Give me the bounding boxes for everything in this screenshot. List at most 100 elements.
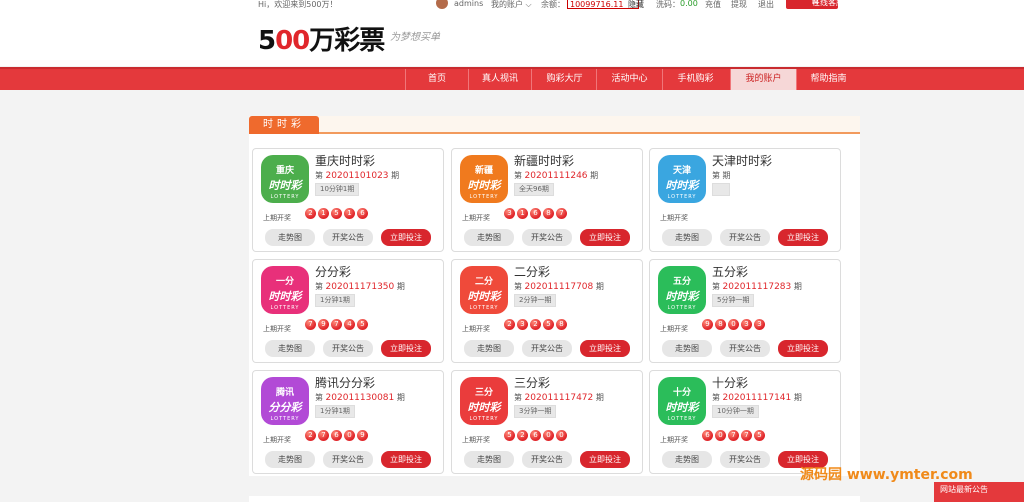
issue-number: 20201101023 xyxy=(325,171,389,181)
nav-item[interactable]: 购彩大厅 xyxy=(531,69,597,90)
lottery-card: 十分 时时彩 LOTTERY 十分彩 第 202011117141 期 10分钟… xyxy=(649,370,841,474)
game-name[interactable]: 三分彩 xyxy=(514,374,550,391)
nav-item[interactable]: 真人视讯 xyxy=(468,69,531,90)
logout-link[interactable]: 退出 xyxy=(758,0,774,10)
trend-chart-button[interactable]: 走势图 xyxy=(662,340,712,357)
bet-now-button[interactable]: 立即投注 xyxy=(580,340,630,357)
nav-item[interactable]: 活动中心 xyxy=(596,69,662,90)
frequency-tag: 10分钟一期 xyxy=(712,405,759,418)
last-draw-label: 上期开奖 xyxy=(660,436,688,444)
my-account-menu[interactable]: 我的账户 ⌵ xyxy=(491,0,532,10)
result-ball: 3 xyxy=(754,319,765,330)
draw-notice-button[interactable]: 开奖公告 xyxy=(720,451,770,468)
last-draw-label: 上期开奖 xyxy=(660,214,688,222)
bet-now-button[interactable]: 立即投注 xyxy=(381,451,431,468)
frequency-tag: 10分钟1期 xyxy=(315,183,360,196)
bet-now-button[interactable]: 立即投注 xyxy=(778,229,828,246)
trend-chart-button[interactable]: 走势图 xyxy=(464,229,514,246)
lottery-icon[interactable]: 一分 时时彩 LOTTERY xyxy=(261,266,309,314)
trend-chart-button[interactable]: 走势图 xyxy=(464,451,514,468)
frequency-tag: 全天96期 xyxy=(514,183,554,196)
header: 500万彩票 为梦想买单 xyxy=(0,10,1024,66)
lottery-icon[interactable]: 五分 时时彩 LOTTERY xyxy=(658,266,706,314)
hide-balance-link[interactable]: 隐藏 xyxy=(628,0,644,10)
ssc-panel: 时时彩 重庆 时时彩 LOTTERY 重庆时时彩 第 20201101023 期… xyxy=(249,116,860,476)
nav-item[interactable]: 帮助指南 xyxy=(796,69,860,90)
result-ball: 3 xyxy=(504,208,515,219)
bet-now-button[interactable]: 立即投注 xyxy=(381,229,431,246)
lottery-icon[interactable]: 重庆 时时彩 LOTTERY xyxy=(261,155,309,203)
game-name[interactable]: 十分彩 xyxy=(712,374,748,391)
trend-chart-button[interactable]: 走势图 xyxy=(662,451,712,468)
bet-now-button[interactable]: 立即投注 xyxy=(778,340,828,357)
result-ball: 8 xyxy=(543,208,554,219)
last-draw-label: 上期开奖 xyxy=(462,436,490,444)
result-ball: 6 xyxy=(530,208,541,219)
lottery-icon[interactable]: 十分 时时彩 LOTTERY xyxy=(658,377,706,425)
game-name[interactable]: 分分彩 xyxy=(315,263,351,280)
draw-notice-button[interactable]: 开奖公告 xyxy=(323,340,373,357)
draw-notice-button[interactable]: 开奖公告 xyxy=(720,340,770,357)
lottery-icon[interactable]: 腾讯 分分彩 LOTTERY xyxy=(261,377,309,425)
lottery-icon[interactable]: 二分 时时彩 LOTTERY xyxy=(460,266,508,314)
recharge-link[interactable]: 充值 xyxy=(705,0,721,10)
bet-now-button[interactable]: 立即投注 xyxy=(381,340,431,357)
lottery-card: 一分 时时彩 LOTTERY 分分彩 第 202011171350 期 1分钟1… xyxy=(252,259,444,363)
draw-notice-button[interactable]: 开奖公告 xyxy=(323,229,373,246)
balance-value: 10099716.11 xyxy=(570,0,624,9)
watermark: 源码园 www.ymter.com xyxy=(800,467,973,483)
lottery-icon[interactable]: 三分 时时彩 LOTTERY xyxy=(460,377,508,425)
nav-item[interactable]: 首页 xyxy=(405,69,468,90)
game-name[interactable]: 二分彩 xyxy=(514,263,550,280)
site-logo[interactable]: 500万彩票 xyxy=(258,20,385,57)
result-ball: 7 xyxy=(556,208,567,219)
game-name[interactable]: 天津时时彩 xyxy=(712,152,772,169)
lottery-card: 天津 时时彩 LOTTERY 天津时时彩 第 期 上期开奖 走势图 开奖公告 立… xyxy=(649,148,841,252)
trend-chart-button[interactable]: 走势图 xyxy=(265,340,315,357)
bet-now-button[interactable]: 立即投注 xyxy=(580,229,630,246)
bet-now-button[interactable]: 立即投注 xyxy=(580,451,630,468)
trend-chart-button[interactable]: 走势图 xyxy=(265,451,315,468)
last-draw-label: 上期开奖 xyxy=(263,436,291,444)
balance-box: 10099716.11 隐藏 xyxy=(567,0,644,9)
game-name[interactable]: 腾讯分分彩 xyxy=(315,374,375,391)
avatar[interactable] xyxy=(436,0,448,9)
issue-number: 20201111246 xyxy=(524,171,588,181)
trend-chart-button[interactable]: 走势图 xyxy=(662,229,712,246)
lottery-card: 五分 时时彩 LOTTERY 五分彩 第 202011117283 期 5分钟一… xyxy=(649,259,841,363)
draw-notice-button[interactable]: 开奖公告 xyxy=(522,451,572,468)
result-ball: 5 xyxy=(754,430,765,441)
username[interactable]: admins xyxy=(454,0,483,8)
draw-notice-button[interactable]: 开奖公告 xyxy=(522,229,572,246)
result-ball: 4 xyxy=(344,319,355,330)
chevron-down-icon: ⌵ xyxy=(525,0,532,9)
nav-item[interactable]: 我的账户 xyxy=(730,69,796,90)
result-ball: 6 xyxy=(331,430,342,441)
result-ball: 6 xyxy=(530,430,541,441)
draw-notice-button[interactable]: 开奖公告 xyxy=(522,340,572,357)
frequency-tag: 1分钟1期 xyxy=(315,294,355,307)
result-ball: 0 xyxy=(715,430,726,441)
nav-item[interactable]: 手机购彩 xyxy=(662,69,728,90)
result-ball: 3 xyxy=(517,319,528,330)
game-name[interactable]: 五分彩 xyxy=(712,263,748,280)
issue-number: 202011117708 xyxy=(524,282,594,292)
last-draw-balls: 27609 xyxy=(305,430,368,441)
issue-number: 202011117472 xyxy=(524,393,594,403)
customer-service-button[interactable]: ✉ 在线客服 xyxy=(786,0,844,9)
draw-notice-button[interactable]: 开奖公告 xyxy=(323,451,373,468)
site-notice-tab[interactable]: 网站最新公告 xyxy=(934,482,1024,502)
lottery-card: 新疆 时时彩 LOTTERY 新疆时时彩 第 20201111246 期 全天9… xyxy=(451,148,643,252)
lottery-icon[interactable]: 新疆 时时彩 LOTTERY xyxy=(460,155,508,203)
trend-chart-button[interactable]: 走势图 xyxy=(265,229,315,246)
result-ball: 0 xyxy=(344,430,355,441)
trend-chart-button[interactable]: 走势图 xyxy=(464,340,514,357)
result-ball: 6 xyxy=(702,430,713,441)
draw-notice-button[interactable]: 开奖公告 xyxy=(720,229,770,246)
withdraw-link[interactable]: 提现 xyxy=(731,0,747,10)
game-name[interactable]: 新疆时时彩 xyxy=(514,152,574,169)
game-name[interactable]: 重庆时时彩 xyxy=(315,152,375,169)
lottery-card: 腾讯 分分彩 LOTTERY 腾讯分分彩 第 202011130081 期 1分… xyxy=(252,370,444,474)
lottery-icon[interactable]: 天津 时时彩 LOTTERY xyxy=(658,155,706,203)
last-draw-balls: 21516 xyxy=(305,208,368,219)
